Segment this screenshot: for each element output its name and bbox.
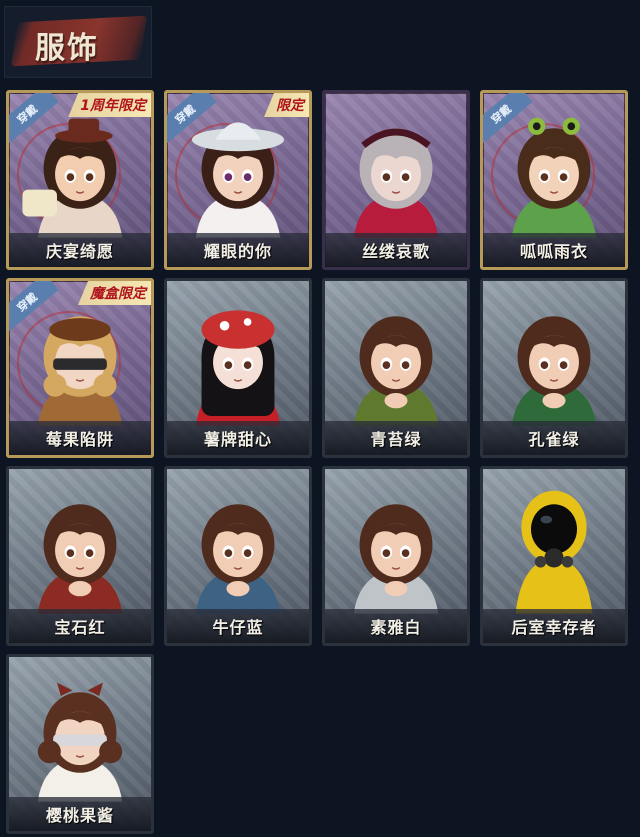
costume-card[interactable]: 穿戴 1周年限定 庆宴绮愿 bbox=[6, 90, 154, 270]
costume-name-bar: 薯牌甜心 bbox=[167, 421, 309, 455]
limited-badge-label: 限定 bbox=[276, 98, 304, 114]
costume-name: 庆宴绮愿 bbox=[45, 242, 114, 261]
section-header: 服饰 bbox=[4, 6, 152, 78]
costume-card[interactable]: 樱桃果酱 bbox=[6, 654, 154, 834]
costume-card[interactable]: 薯牌甜心 bbox=[164, 278, 312, 458]
costume-name-bar: 素雅白 bbox=[325, 609, 467, 643]
page-title: 服饰 bbox=[35, 31, 99, 66]
costume-card[interactable]: 青苔绿 bbox=[322, 278, 470, 458]
costume-name-bar: 后室幸存者 bbox=[483, 609, 625, 643]
costume-name: 牛仔蓝 bbox=[212, 618, 264, 637]
costume-card[interactable]: 孔雀绿 bbox=[480, 278, 628, 458]
costume-name-bar: 莓果陷阱 bbox=[9, 421, 151, 455]
costume-name: 宝石红 bbox=[54, 618, 106, 637]
costume-card[interactable]: 牛仔蓝 bbox=[164, 466, 312, 646]
costume-name-bar: 耀眼的你 bbox=[167, 233, 309, 267]
costume-card[interactable]: 丝缕哀歌 bbox=[322, 90, 470, 270]
costume-name-bar: 庆宴绮愿 bbox=[9, 233, 151, 267]
costume-name: 呱呱雨衣 bbox=[519, 242, 588, 261]
costume-name: 薯牌甜心 bbox=[203, 430, 272, 449]
costume-name: 樱桃果酱 bbox=[45, 806, 114, 825]
costume-name-bar: 牛仔蓝 bbox=[167, 609, 309, 643]
costume-card[interactable]: 穿戴 限定 耀眼的你 bbox=[164, 90, 312, 270]
costume-name-bar: 青苔绿 bbox=[325, 421, 467, 455]
costume-name-bar: 丝缕哀歌 bbox=[325, 233, 467, 267]
costume-name: 青苔绿 bbox=[370, 430, 422, 449]
costume-name-bar: 宝石红 bbox=[9, 609, 151, 643]
costume-name-bar: 孔雀绿 bbox=[483, 421, 625, 455]
costume-name-bar: 樱桃果酱 bbox=[9, 797, 151, 831]
costume-name: 莓果陷阱 bbox=[45, 430, 114, 449]
costume-name: 耀眼的你 bbox=[203, 242, 272, 261]
costume-name-bar: 呱呱雨衣 bbox=[483, 233, 625, 267]
costume-name: 孔雀绿 bbox=[528, 430, 580, 449]
limited-badge-label: 1周年限定 bbox=[80, 98, 146, 114]
costume-name: 丝缕哀歌 bbox=[361, 242, 430, 261]
limited-badge: 1周年限定 bbox=[68, 93, 151, 117]
limited-badge-label: 魔盒限定 bbox=[90, 286, 146, 302]
costume-card[interactable]: 穿戴 魔盒限定 莓果陷阱 bbox=[6, 278, 154, 458]
costume-name: 后室幸存者 bbox=[511, 618, 597, 637]
costume-name: 素雅白 bbox=[370, 618, 422, 637]
limited-badge: 魔盒限定 bbox=[78, 281, 151, 305]
costume-card[interactable]: 穿戴 呱呱雨衣 bbox=[480, 90, 628, 270]
costume-card[interactable]: 宝石红 bbox=[6, 466, 154, 646]
costume-card[interactable]: 后室幸存者 bbox=[480, 466, 628, 646]
costume-card[interactable]: 素雅白 bbox=[322, 466, 470, 646]
